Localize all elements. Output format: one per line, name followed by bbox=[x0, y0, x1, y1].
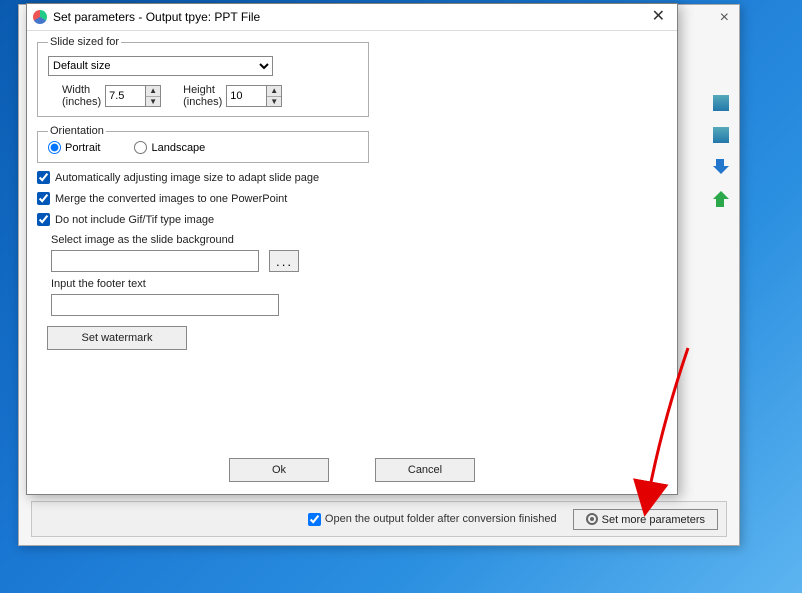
landscape-radio-label: Landscape bbox=[151, 142, 205, 154]
spin-down-icon[interactable]: ▼ bbox=[146, 96, 160, 107]
portrait-radio-label: Portrait bbox=[65, 142, 100, 154]
arrow-up-icon[interactable] bbox=[713, 191, 729, 207]
desktop: { "dialog": { "title": "Set parameters -… bbox=[0, 0, 802, 593]
ok-button[interactable]: Ok bbox=[229, 458, 329, 482]
no-giftif-check[interactable]: Do not include Gif/Tif type image bbox=[37, 213, 667, 226]
gear-icon bbox=[586, 513, 598, 525]
titlebar: Set parameters - Output tpye: PPT File ✕ bbox=[27, 4, 677, 31]
close-icon[interactable]: ✕ bbox=[646, 9, 671, 25]
auto-adjust-checkbox[interactable] bbox=[37, 171, 50, 184]
slide-size-group: Slide sized for Default size Width (inch… bbox=[37, 36, 369, 117]
merge-checkbox[interactable] bbox=[37, 192, 50, 205]
spin-up-icon[interactable]: ▲ bbox=[146, 86, 160, 96]
merge-check[interactable]: Merge the converted images to one PowerP… bbox=[37, 192, 667, 205]
orientation-legend: Orientation bbox=[48, 125, 106, 137]
spin-up-icon[interactable]: ▲ bbox=[267, 86, 281, 96]
no-giftif-label: Do not include Gif/Tif type image bbox=[55, 214, 214, 226]
merge-label: Merge the converted images to one PowerP… bbox=[55, 193, 287, 205]
portrait-radio-input[interactable] bbox=[48, 141, 61, 154]
auto-adjust-check[interactable]: Automatically adjusting image size to ad… bbox=[37, 171, 667, 184]
height-input-wrap: ▲▼ bbox=[226, 85, 282, 107]
width-label: Width (inches) bbox=[62, 84, 101, 108]
no-giftif-checkbox[interactable] bbox=[37, 213, 50, 226]
landscape-radio-input[interactable] bbox=[134, 141, 147, 154]
parent-side-toolbar bbox=[713, 95, 729, 207]
width-spinner[interactable]: ▲▼ bbox=[145, 86, 160, 106]
width-input-wrap: ▲▼ bbox=[105, 85, 161, 107]
bg-image-label: Select image as the slide background bbox=[51, 234, 667, 246]
landscape-radio[interactable]: Landscape bbox=[134, 141, 205, 154]
arrow-down-icon[interactable] bbox=[713, 159, 729, 175]
set-more-parameters-button[interactable]: Set more parameters bbox=[573, 509, 718, 530]
set-more-parameters-label: Set more parameters bbox=[602, 514, 705, 526]
open-output-folder-label: Open the output folder after conversion … bbox=[325, 513, 557, 525]
auto-adjust-label: Automatically adjusting image size to ad… bbox=[55, 172, 319, 184]
set-parameters-dialog: Set parameters - Output tpye: PPT File ✕… bbox=[26, 3, 678, 495]
orientation-group: Orientation Portrait Landscape bbox=[37, 125, 369, 163]
set-watermark-button[interactable]: Set watermark bbox=[47, 326, 187, 350]
dialog-body: Slide sized for Default size Width (inch… bbox=[37, 36, 667, 448]
open-output-folder-check[interactable]: Open the output folder after conversion … bbox=[308, 513, 557, 526]
footer-text-label: Input the footer text bbox=[51, 278, 667, 290]
browse-bg-button[interactable]: ... bbox=[269, 250, 299, 272]
spin-down-icon[interactable]: ▼ bbox=[267, 96, 281, 107]
tool-icon-1[interactable] bbox=[713, 95, 729, 111]
cancel-button[interactable]: Cancel bbox=[375, 458, 475, 482]
open-output-folder-checkbox[interactable] bbox=[308, 513, 321, 526]
dialog-title: Set parameters - Output tpye: PPT File bbox=[53, 10, 260, 24]
app-icon bbox=[33, 10, 47, 24]
height-spinner[interactable]: ▲▼ bbox=[266, 86, 281, 106]
slide-size-legend: Slide sized for bbox=[48, 36, 121, 48]
height-label: Height (inches) bbox=[183, 84, 222, 108]
parent-footer: Open the output folder after conversion … bbox=[31, 501, 727, 537]
parent-close-icon[interactable]: × bbox=[720, 9, 729, 27]
bg-image-input[interactable] bbox=[51, 250, 259, 272]
footer-text-input[interactable] bbox=[51, 294, 279, 316]
portrait-radio[interactable]: Portrait bbox=[48, 141, 100, 154]
tool-icon-2[interactable] bbox=[713, 127, 729, 143]
slide-size-select[interactable]: Default size bbox=[48, 56, 273, 76]
dialog-footer-buttons: Ok Cancel bbox=[27, 458, 677, 482]
